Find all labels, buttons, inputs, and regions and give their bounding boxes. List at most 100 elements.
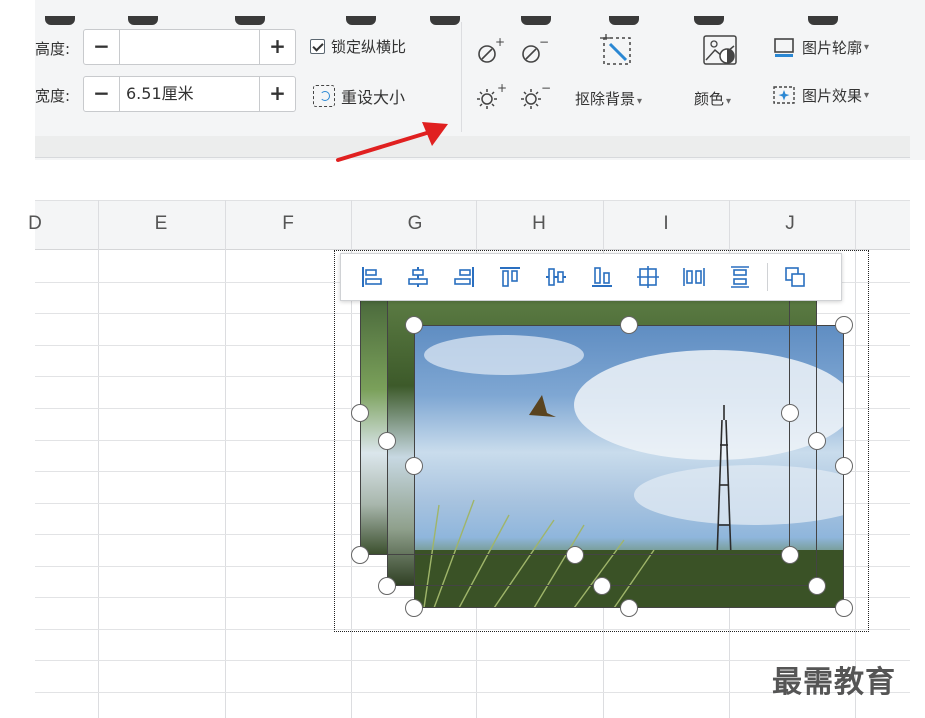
align-left-button[interactable] (349, 257, 395, 297)
ribbon-tab-handle (694, 16, 724, 25)
checkbox-checked-icon[interactable] (310, 38, 325, 54)
height-increase-button[interactable]: + (259, 30, 295, 64)
rotate-right-icon[interactable]: − (520, 36, 550, 66)
reset-size-label: 重设大小 (341, 88, 406, 107)
brightness-decrease-icon[interactable]: − (520, 82, 550, 112)
ribbon-tab-handle (430, 16, 460, 25)
center-both-button[interactable] (625, 257, 671, 297)
width-increase-button[interactable]: + (259, 77, 295, 111)
height-stepper[interactable]: − + (83, 29, 296, 65)
picture-effects-icon (773, 86, 795, 104)
svg-text:+: + (497, 82, 506, 95)
resize-handle[interactable] (378, 432, 396, 450)
resize-handle[interactable] (378, 577, 396, 595)
picture-outline-label: 图片轮廓 (802, 38, 863, 57)
picture-effects-button[interactable]: 图片效果 ▾ (772, 84, 869, 106)
resize-handle[interactable] (351, 546, 369, 564)
svg-text:−: − (541, 82, 550, 95)
rotate-left-icon[interactable]: + (476, 36, 506, 66)
annotation-arrow-icon (336, 122, 448, 162)
ribbon-tab-handle (235, 16, 265, 25)
align-right-icon (454, 267, 474, 287)
floating-align-toolbar (340, 253, 842, 301)
group-icon (785, 267, 805, 287)
align-bottom-button[interactable] (579, 257, 625, 297)
reset-size-icon (313, 85, 335, 107)
resize-handle[interactable] (620, 316, 638, 334)
ribbon-separator (461, 22, 462, 132)
magic-wand-icon[interactable] (596, 30, 636, 70)
width-stepper[interactable]: − 6.51厘米 + (83, 76, 296, 112)
align-center-icon (408, 267, 428, 287)
column-header-g[interactable]: G (400, 213, 430, 235)
picture-outline-button[interactable]: 图片轮廓 ▾ (772, 36, 869, 58)
lock-aspect-ratio-checkbox[interactable]: 锁定纵横比 (310, 33, 406, 59)
ribbon-tab-handle (808, 16, 838, 25)
ribbon-tab-handle (609, 16, 639, 25)
resize-handle[interactable] (566, 546, 584, 564)
picture-tools-ribbon: 高度: − + 宽度: − 6.51厘米 + 锁定纵横比 重设大小 + − + … (0, 0, 925, 160)
column-header-e[interactable]: E (146, 213, 176, 235)
align-center-button[interactable] (395, 257, 441, 297)
picture-frame-front (414, 325, 844, 608)
picture-color-icon[interactable] (700, 30, 740, 70)
align-middle-icon (546, 268, 566, 286)
ribbon-tab-handle (128, 16, 158, 25)
lock-aspect-ratio-label: 锁定纵横比 (331, 37, 407, 56)
distribute-horizontal-button[interactable] (671, 257, 717, 297)
resize-handle[interactable] (405, 316, 423, 334)
align-top-icon (500, 267, 520, 287)
align-right-button[interactable] (441, 257, 487, 297)
picture-effects-label: 图片效果 (802, 86, 863, 105)
column-header-f[interactable]: F (273, 213, 303, 235)
resize-handle[interactable] (405, 457, 423, 475)
center-both-icon (637, 266, 659, 288)
dropdown-caret-icon: ▾ (864, 89, 870, 101)
resize-handle[interactable] (593, 577, 611, 595)
svg-text:−: − (539, 36, 549, 49)
dropdown-caret-icon: ▾ (726, 96, 732, 107)
remove-background-label: 抠除背景 (575, 90, 636, 108)
remove-background-button[interactable]: 抠除背景 ▾ (575, 88, 642, 109)
left-margin (0, 0, 35, 160)
column-header-h[interactable]: H (524, 213, 554, 235)
distribute-vertical-button[interactable] (717, 257, 763, 297)
reset-size-button[interactable]: 重设大小 (313, 82, 405, 110)
width-label: 宽度: (35, 87, 71, 105)
toolbar-separator (767, 263, 768, 291)
resize-handle[interactable] (781, 404, 799, 422)
align-top-button[interactable] (487, 257, 533, 297)
dropdown-caret-icon: ▾ (864, 41, 870, 53)
resize-handle[interactable] (808, 577, 826, 595)
picture-color-label: 颜色 (694, 90, 725, 108)
width-input[interactable]: 6.51厘米 (126, 77, 194, 111)
resize-handle[interactable] (835, 599, 853, 617)
ribbon-tab-handle (521, 16, 551, 25)
height-decrease-button[interactable]: − (84, 30, 120, 64)
align-bottom-icon (592, 267, 612, 287)
distribute-horizontal-icon (683, 268, 705, 286)
resize-handle[interactable] (835, 316, 853, 334)
picture-outline-icon (774, 38, 794, 57)
picture-color-button[interactable]: 颜色 ▾ (694, 88, 731, 109)
brightness-increase-icon[interactable]: + (476, 82, 506, 112)
dropdown-caret-icon: ▾ (637, 96, 643, 107)
resize-handle[interactable] (405, 599, 423, 617)
ribbon-tab-handle (45, 16, 75, 25)
resize-handle[interactable] (620, 599, 638, 617)
align-middle-button[interactable] (533, 257, 579, 297)
height-label: 高度: (35, 40, 71, 58)
resize-handle[interactable] (781, 546, 799, 564)
group-button[interactable] (772, 257, 818, 297)
distribute-vertical-icon (731, 266, 749, 288)
resize-handle[interactable] (835, 457, 853, 475)
ribbon-tab-handle (346, 16, 376, 25)
column-header-i[interactable]: I (651, 213, 681, 235)
watermark-logo: 最需教育 (772, 665, 896, 700)
column-header-j[interactable]: J (775, 213, 805, 235)
resize-handle[interactable] (808, 432, 826, 450)
resize-handle[interactable] (351, 404, 369, 422)
column-header-d[interactable]: D (20, 213, 50, 235)
width-decrease-button[interactable]: − (84, 77, 120, 111)
svg-text:+: + (495, 36, 505, 49)
